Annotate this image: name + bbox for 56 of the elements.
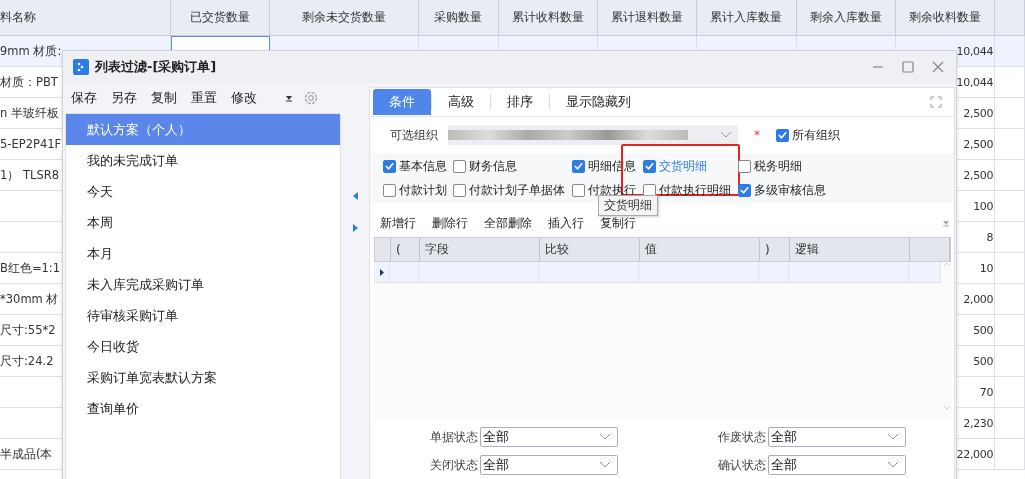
checkbox-label: 交货明细 xyxy=(659,157,707,175)
table-cell: 2,500 xyxy=(963,168,994,182)
checkbox-label: 财务信息 xyxy=(469,157,517,175)
table-cell: 500 xyxy=(973,323,994,337)
table-cell: 9mm 材质: xyxy=(0,43,62,59)
field-label: 确认状态 xyxy=(718,456,766,474)
field-label: 作废状态 xyxy=(718,428,766,446)
window-title: 列表过滤-[采购订单] xyxy=(95,58,217,76)
table-cell: *30mm 材 xyxy=(0,291,59,307)
table-cell: 材质：PBT xyxy=(0,74,58,90)
table-cell: 2,230 xyxy=(963,416,994,430)
column-header: 比较 xyxy=(540,238,640,261)
table-cell: 22,000 xyxy=(956,447,994,461)
table-cell: 2,000 xyxy=(963,292,994,306)
table-cell: 尺寸:24.2 xyxy=(0,353,54,369)
checkbox-label: 多级审核信息 xyxy=(754,181,826,199)
table-cell: 2,500 xyxy=(963,106,994,120)
table-cell: 100 xyxy=(973,199,994,213)
table-cell: 70 xyxy=(979,385,994,399)
column-header: 剩余入库数量 xyxy=(796,0,896,35)
field-label: 关闭状态 xyxy=(430,456,478,474)
field-label: 单据状态 xyxy=(430,428,478,446)
checkbox-label: 所有组织 xyxy=(792,126,840,144)
checkbox-label: 付款计划 xyxy=(399,181,447,199)
table-cell: n 半玻纤板 xyxy=(0,105,59,121)
table-cell: 10,044 xyxy=(956,75,994,89)
checkbox-label: 付款计划子单据体 xyxy=(469,181,565,199)
tooltip: 交货明细 xyxy=(598,195,658,216)
table-cell: 8 xyxy=(986,230,994,244)
column-header: 剩余收料数量 xyxy=(895,0,996,35)
column-header: 累计入库数量 xyxy=(697,0,797,35)
checkbox-label: 付款执行明细 xyxy=(659,181,731,199)
table-cell: 10,044 xyxy=(956,44,994,58)
checkbox-label: 基本信息 xyxy=(399,157,447,175)
table-cell: 1） TLSR8 xyxy=(0,167,59,183)
table-cell: 5-EP2P41F xyxy=(0,137,62,151)
table-cell: 尺寸:55*2 xyxy=(0,322,56,338)
column-header: 值 xyxy=(640,238,760,261)
table-cell: 10 xyxy=(979,261,994,275)
column-header: 采购数量 xyxy=(419,0,499,35)
column-header: 剩余未交货数量 xyxy=(270,0,420,35)
required-mark: * xyxy=(754,128,760,142)
column-header: 逻辑 xyxy=(790,238,910,261)
column-header: 累计收料数量 xyxy=(498,0,598,35)
table-cell: 2,500 xyxy=(963,137,994,151)
column-header: ) xyxy=(760,238,790,261)
table-cell: B红色=1:1 xyxy=(0,260,61,276)
table-cell: 500 xyxy=(973,354,994,368)
checkbox-label: 税务明细 xyxy=(754,157,802,175)
column-header: 累计退料数量 xyxy=(597,0,698,35)
column-header: 已交货数量 xyxy=(170,0,271,35)
table-cell: 半成品(本 xyxy=(0,446,53,462)
field-label: 可选组织 xyxy=(390,126,438,144)
column-header: 字段 xyxy=(420,238,540,261)
column-header: 料名称 xyxy=(0,0,171,35)
column-header: ( xyxy=(391,238,420,261)
